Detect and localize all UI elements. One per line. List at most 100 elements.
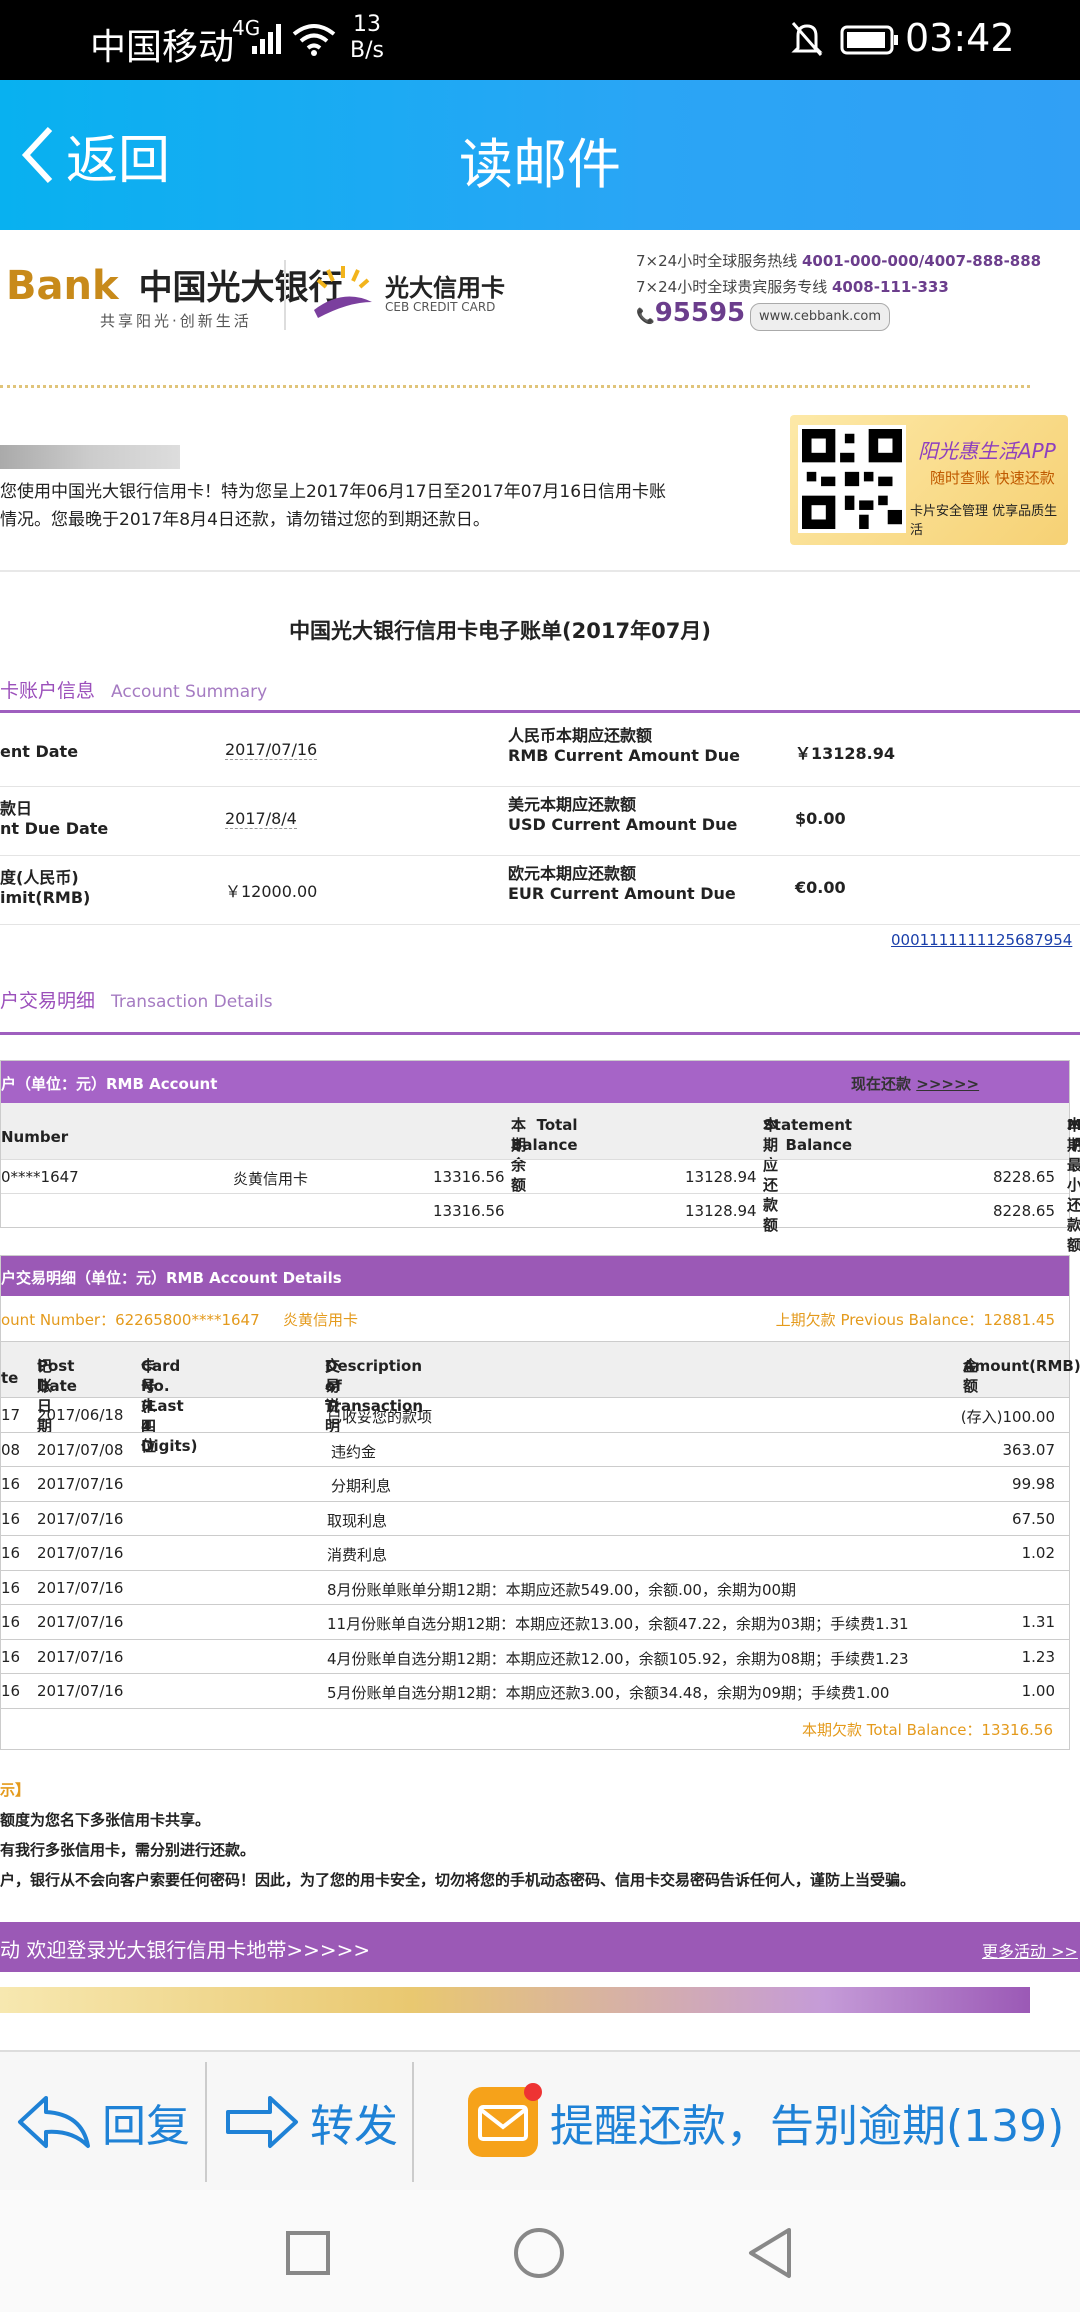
divider [0,570,1080,572]
post-date: 2017/07/16 [37,1578,124,1597]
summary-title-en: Account Summary [111,682,268,702]
more-activities-link[interactable]: 更多活动 >> [982,1938,1078,1962]
qr-code-icon [798,425,906,533]
description: 8月份账单账单分期12期：本期应还款549.00，余额.00，余期为00期 [327,1580,797,1599]
notes-line: 户，银行从不会向客户索要任何密码！因此，为了您的用卡安全，切勿将您的手机动态密码… [0,1871,916,1889]
bank-logo-text: Bank [6,263,119,309]
carrier-name: 中国移动 [90,27,235,68]
decorative-banner [0,1987,1030,2013]
total-balance: 本期欠款 Total Balance：13316.56 [802,1720,1053,1739]
account-summary: ent Date 2017/07/16 人民币本期应还款额 RMB Current… [0,718,1080,925]
reply-icon [18,2096,90,2148]
status-bar: 中国移动 4G 13 B/s 03:42 [0,0,1080,80]
hotline-1[interactable]: 4001-000-000/4007-888-888 [802,252,1041,270]
hotline-2[interactable]: 4008-111-333 [832,278,949,296]
card-name: 炎黄信用卡 [283,1311,359,1329]
col-post-en: Post Date [37,1357,77,1395]
table-row: 16 2017/07/16 分期利息 99.98 [1,1467,1069,1502]
account-number-link[interactable]: 0001111111125687954 [891,931,1072,949]
amount: 1.02 [1021,1544,1055,1562]
home-icon[interactable] [512,2226,566,2280]
table-title: 户（单位：元）RMB Account [1,1075,218,1093]
system-nav-bar [0,2190,1080,2312]
card-name: 炎黄信用卡 [233,1170,309,1188]
hotline-big[interactable]: 95595 [655,298,745,328]
button-divider [412,2062,414,2182]
ceb-sun-logo-icon [314,266,372,318]
activity-banner[interactable]: 动 欢迎登录光大银行信用卡地带>>>>> 更多活动 >> [0,1922,1080,1972]
trans-date: 17 [1,1406,21,1424]
amount: 67.50 [1012,1509,1055,1528]
summary-label: 欧元本期应还款额 EUR Current Amount Due [508,864,736,904]
table-title: 户交易明细（单位：元）RMB Account Details [1,1269,342,1287]
table-row: 16 2017/07/16 11月份账单自选分期12期：本期应还款13.00，余额4… [1,1605,1069,1640]
table-row: 13316.56 13128.94 8228.65 [1,1193,1069,1227]
forward-button[interactable]: 转发 [224,2052,398,2192]
post-date: 2017/07/16 [37,1475,124,1493]
column-headers: Number 本期余额 Total Balance 本期应还款额 Statement… [1,1103,1080,1254]
description: 消费利息 [327,1546,388,1564]
notes-line: 额度为您名下多张信用卡共享。 [0,1811,211,1829]
app-promo[interactable]: 阳光惠生活APP 随时查账 快速还款 卡片安全管理 优享品质生活 [790,415,1068,545]
activity-label[interactable]: 动 欢迎登录光大银行信用卡地带>>>>> [0,1934,370,1963]
total-balance-row: 本期欠款 Total Balance：13316.56 [1,1709,1069,1749]
label-en: nt Due Date [0,819,109,838]
notification-dot [524,2083,542,2101]
table-header: 户（单位：元）RMB Account 现在还款 >>>>> [1,1061,1069,1103]
summary-value: 2017/07/16 [225,740,318,760]
mail-body[interactable]: Bank 中国光大银行 共享阳光·创新生活 光大信用卡 CEB CREDIT CA… [0,230,1080,2050]
label-en: USD Current Amount Due [508,815,738,834]
hotline-1-label: 7×24小时全球服务热线 [636,252,798,270]
summary-row: ent Date 2017/07/16 人民币本期应还款额 RMB Current… [0,718,1080,787]
trans-date: 16 [1,1509,21,1528]
back-nav-icon[interactable] [745,2226,795,2280]
summary-label: 人民币本期应还款额 RMB Current Amount Due [508,726,740,766]
pay-now-link[interactable]: >>>>> [916,1075,979,1093]
description: 已收妥您的款项 [327,1408,433,1426]
post-date: 2017/07/16 [37,1682,124,1700]
rmb-details-table: 户交易明细（单位：元）RMB Account Details ount Numb… [0,1255,1080,1750]
trans-date: 16 [1,1647,21,1666]
post-date: 2017/07/16 [37,1544,124,1562]
notes: 示】 额度为您名下多张信用卡共享。 有我行多张信用卡，需分别进行还款。 户，银行… [0,1775,915,1895]
label-en: EUR Current Amount Due [508,884,736,903]
battery-icon [840,25,898,55]
reminder-label: 提醒还款，告别逾期(139) [550,2101,1065,2152]
label-cn: 款日 [0,799,33,818]
statement-balance: 13128.94 [685,1168,757,1186]
wifi-icon [292,24,336,56]
speed-unit: B/s [350,38,384,63]
label-en: RMB Current Amount Due [508,746,740,765]
hotline-block: 7×24小时全球服务热线 4001-000-000/4007-888-888 7… [636,248,1041,331]
minimum-payment: 8228.65 [992,1168,1055,1186]
intro-line-2: 情况。您最晚于2017年8月4日还款，请勿错过您的到期还款日。 [0,510,490,530]
notes-line: 有我行多张信用卡，需分别进行还款。 [0,1841,256,1859]
ceb-logo-text: 光大信用卡 [385,274,505,302]
label-cn: 欧元本期应还款额 [508,864,637,883]
label-cn: 人民币本期应还款额 [508,726,653,745]
total-balance: 13316.56 [433,1202,505,1220]
trans-date: 16 [1,1613,21,1631]
app-name: 阳光惠生活APP [918,439,1056,463]
pay-now: 现在还款 >>>>> [851,1073,979,1094]
website-link[interactable]: www.cebbank.com [749,302,891,331]
col-amt-en: Amount(RMB) [963,1357,1080,1375]
recent-apps-icon[interactable] [285,2230,331,2276]
signal-icon [252,24,281,54]
table-row: 16 2017/07/16 5月份账单自选分期12期：本期应还款3.00，余额34.… [1,1674,1069,1709]
post-date: 2017/07/16 [37,1509,124,1528]
summary-label: ent Date [0,742,79,761]
bank-slogan: 共享阳光·创新生活 [100,312,252,330]
description: 违约金 [331,1442,377,1461]
trans-date: 16 [1,1682,21,1700]
payment-reminder-button[interactable]: 提醒还款，告别逾期(139) [468,2052,1064,2192]
description: 5月份账单自选分期12期：本期应还款3.00，余额34.48，余期为09期；手续… [327,1684,890,1702]
reply-button[interactable]: 回复 [16,2052,190,2192]
trans-title-en: Transaction Details [111,992,273,1012]
app-tagline: 随时查账 快速还款 [930,469,1055,487]
table-row: 16 2017/07/16 8月份账单账单分期12期：本期应还款549.00，余额.… [1,1571,1069,1605]
hotline-2-label: 7×24小时全球贵宾服务专线 [636,278,828,296]
previous-balance: 上期欠款 Previous Balance：12881.45 [775,1311,1055,1329]
account-line: ount Number：62265800****1647 炎黄信用卡 上期欠款 … [1,1296,1069,1342]
ceb-logo-en: CEB CREDIT CARD [385,300,496,314]
